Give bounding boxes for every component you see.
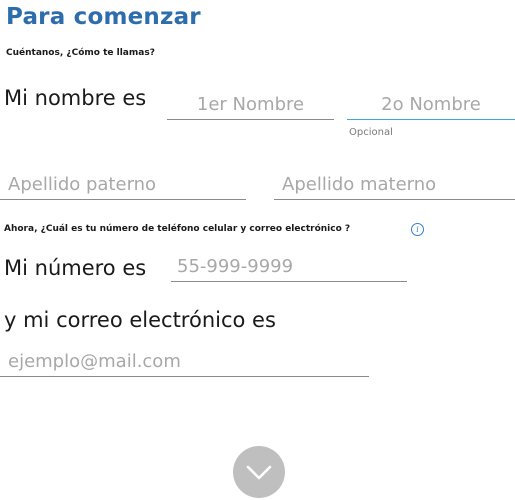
next-button[interactable] <box>233 446 285 498</box>
second-name-input[interactable] <box>347 90 515 120</box>
second-name-helper: Opcional <box>349 127 393 138</box>
maternal-surname-input[interactable] <box>274 170 515 200</box>
name-lead-text: Mi nombre es <box>4 86 147 110</box>
first-name-input[interactable] <box>167 90 334 120</box>
phone-lead-text: Mi número es <box>4 256 147 280</box>
info-icon[interactable]: i <box>411 223 424 236</box>
phone-input[interactable] <box>171 252 407 282</box>
chevron-down-icon <box>246 465 272 480</box>
signup-form: Para comenzar Cuéntanos, ¿Cómo te llamas… <box>0 0 515 500</box>
email-input[interactable] <box>0 347 369 377</box>
page-title: Para comenzar <box>6 4 201 30</box>
email-lead-text: y mi correo electrónico es <box>4 308 276 332</box>
name-prompt: Cuéntanos, ¿Cómo te llamas? <box>6 48 155 58</box>
paternal-surname-input[interactable] <box>0 170 246 200</box>
contact-prompt: Ahora, ¿Cuál es tu número de teléfono ce… <box>4 224 351 234</box>
